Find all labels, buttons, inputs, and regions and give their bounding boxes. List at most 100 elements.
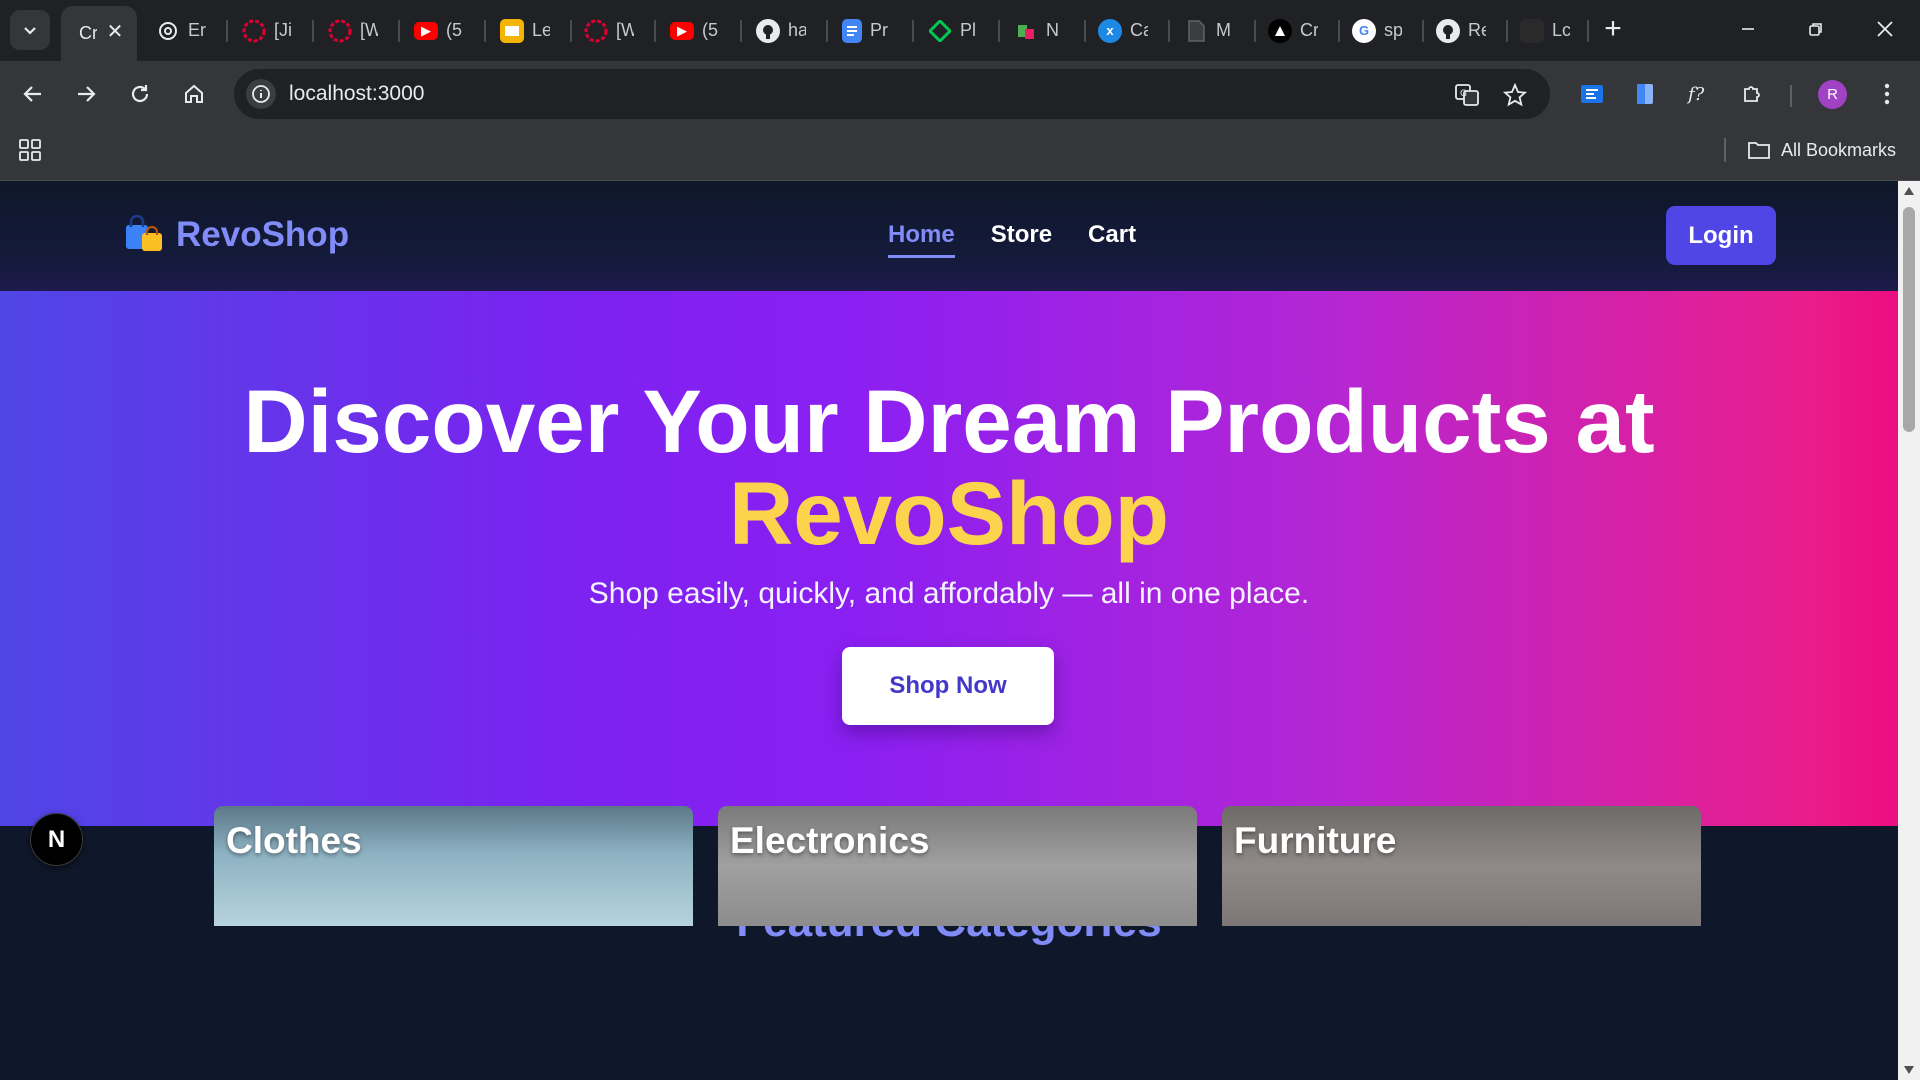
- tab-title: Lc: [1552, 20, 1570, 40]
- hero-title-accent: RevoShop: [728, 463, 1170, 563]
- tab[interactable]: Re: [1436, 8, 1486, 53]
- forward-button[interactable]: [67, 75, 105, 113]
- star-icon: [1503, 83, 1527, 107]
- tab-separator: [1254, 20, 1256, 42]
- restore-button[interactable]: [1791, 6, 1841, 52]
- tab-title: Pr: [870, 20, 888, 40]
- browser-menu-button[interactable]: [1868, 75, 1906, 113]
- tab-search-button[interactable]: [10, 10, 50, 50]
- profile-avatar[interactable]: R: [1818, 80, 1847, 109]
- extension-button[interactable]: [1573, 75, 1611, 113]
- tab-title: Cr: [79, 23, 97, 43]
- tab[interactable]: N: [1014, 8, 1064, 53]
- tab-active[interactable]: Cr ✕: [61, 6, 137, 61]
- tab[interactable]: G sp: [1352, 8, 1402, 53]
- tab-strip: Cr ✕ Er [Ji [W ▶ (5 Le [W ▶ (5 ha Pr Pl …: [0, 0, 1920, 61]
- nav-home[interactable]: Home: [888, 221, 955, 258]
- tab-separator: [826, 20, 828, 42]
- translate-icon: x: [1098, 18, 1122, 43]
- close-window-button[interactable]: [1860, 6, 1910, 52]
- page-viewport: RevoShop Home Store Cart Login Discover …: [0, 181, 1898, 1080]
- tab-separator: [654, 20, 656, 42]
- extension-button[interactable]: [1626, 75, 1664, 113]
- new-tab-button[interactable]: +: [1597, 12, 1629, 48]
- all-bookmarks-button[interactable]: All Bookmarks: [1747, 138, 1896, 162]
- tab-separator: [484, 20, 486, 42]
- apps-button[interactable]: [18, 138, 42, 162]
- minimize-button[interactable]: [1723, 6, 1773, 52]
- extensions-menu-button[interactable]: [1734, 75, 1772, 113]
- svg-text:G: G: [1460, 89, 1467, 99]
- nav-store[interactable]: Store: [991, 221, 1052, 258]
- home-button[interactable]: [175, 75, 213, 113]
- tab[interactable]: ▶ (5: [670, 8, 720, 53]
- tab[interactable]: [Ji: [242, 8, 292, 53]
- translate-icon: G: [1455, 84, 1479, 106]
- nextjs-dev-badge[interactable]: N: [30, 813, 83, 866]
- tab[interactable]: Le: [500, 8, 550, 53]
- tab-separator: [1506, 20, 1508, 42]
- back-button[interactable]: [14, 75, 52, 113]
- url-text[interactable]: localhost:3000: [289, 82, 424, 106]
- tab-title: Re: [1468, 20, 1486, 40]
- tab-title: Pl: [960, 20, 977, 40]
- tab-title: M: [1216, 20, 1231, 40]
- tab-title: Ca: [1130, 20, 1148, 40]
- tab[interactable]: x Ca: [1098, 8, 1148, 53]
- youtube-icon: ▶: [670, 21, 694, 40]
- close-icon: [1877, 21, 1893, 37]
- tab[interactable]: [W: [328, 8, 378, 53]
- angular-icon: [328, 19, 352, 43]
- github-icon: [1436, 18, 1460, 43]
- tab[interactable]: Pl: [928, 8, 978, 53]
- google-icon: G: [1352, 18, 1376, 43]
- tab-title: sp: [1384, 20, 1402, 40]
- scroll-up-arrow-icon[interactable]: [1904, 187, 1914, 195]
- browser-toolbar: localhost:3000 G f? R: [0, 61, 1920, 127]
- category-name: Clothes: [226, 820, 362, 861]
- page-scrollbar[interactable]: [1898, 181, 1920, 1080]
- more-vert-icon: [1884, 83, 1890, 105]
- site-info-button[interactable]: [246, 79, 276, 109]
- arrow-left-icon: [23, 86, 41, 102]
- close-icon[interactable]: ✕: [105, 22, 125, 42]
- category-card-clothes[interactable]: Clothes: [214, 806, 693, 926]
- openai-icon: [156, 19, 180, 43]
- tab[interactable]: Cr: [1268, 8, 1318, 53]
- tab[interactable]: ▶ (5: [414, 8, 464, 53]
- diamond-icon: [928, 19, 952, 43]
- tab[interactable]: Pr: [842, 8, 888, 53]
- site-logo[interactable]: RevoShop: [124, 214, 349, 255]
- bookmarks-bar: [0, 127, 1920, 181]
- app-icon: [1014, 19, 1038, 43]
- login-button[interactable]: Login: [1666, 206, 1776, 265]
- tab[interactable]: Er: [156, 8, 206, 53]
- scrollbar-thumb[interactable]: [1903, 207, 1915, 432]
- address-bar[interactable]: localhost:3000 G: [234, 69, 1550, 119]
- page-icon: [1520, 18, 1544, 43]
- hero-section: Discover Your Dream Products at RevoShop…: [0, 291, 1898, 826]
- tab[interactable]: M: [1184, 8, 1234, 53]
- function-icon: f?: [1686, 84, 1705, 105]
- all-bookmarks-label: All Bookmarks: [1781, 139, 1897, 160]
- shop-now-button[interactable]: Shop Now: [842, 647, 1054, 725]
- category-card-electronics[interactable]: Electronics: [718, 806, 1197, 926]
- tab-title: Le: [532, 20, 550, 40]
- tab-separator: [226, 20, 228, 42]
- tab[interactable]: Lc: [1520, 8, 1570, 53]
- hero-subtitle: Shop easily, quickly, and affordably — a…: [588, 577, 1310, 610]
- tab[interactable]: [W: [584, 8, 634, 53]
- bookmark-star-button[interactable]: [1500, 80, 1530, 110]
- category-card-furniture[interactable]: Furniture: [1222, 806, 1701, 926]
- scroll-down-arrow-icon[interactable]: [1904, 1066, 1914, 1074]
- tab-title: Er: [188, 20, 206, 40]
- bookmarks-separator: [1724, 138, 1726, 162]
- nav-cart[interactable]: Cart: [1088, 221, 1136, 258]
- translate-button[interactable]: G: [1452, 80, 1482, 110]
- main-nav: Home Store Cart: [888, 221, 1172, 258]
- tab[interactable]: ha: [756, 8, 806, 53]
- angular-icon: [242, 19, 266, 43]
- slides-icon: [500, 18, 524, 43]
- extension-button[interactable]: f?: [1679, 75, 1717, 113]
- reload-button[interactable]: [121, 75, 159, 113]
